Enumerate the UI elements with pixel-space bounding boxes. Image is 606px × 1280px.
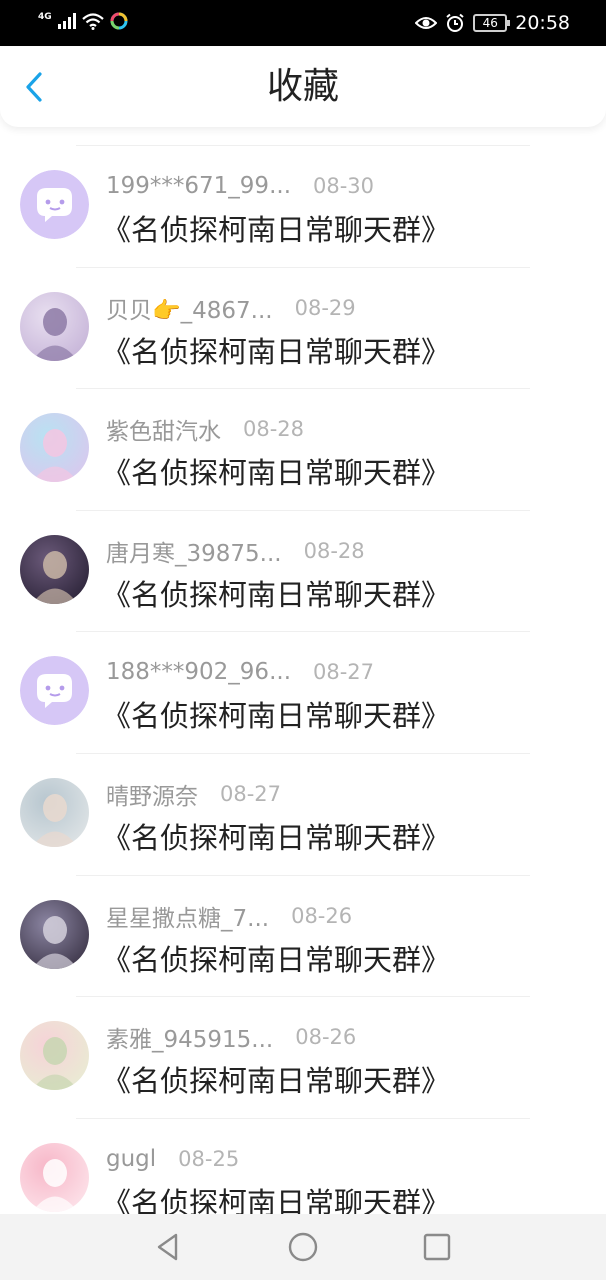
status-right: 46 20:58 <box>415 10 570 36</box>
eye-icon <box>415 17 438 29</box>
date: 08-26 <box>291 903 353 928</box>
battery-icon: 46 <box>473 14 511 32</box>
date: 08-28 <box>303 538 365 563</box>
date: 08-27 <box>220 781 282 806</box>
avatar[interactable] <box>20 656 89 726</box>
item-meta: gugl 08-25 <box>106 1144 239 1174</box>
avatar[interactable] <box>20 170 89 239</box>
system-navigation-bar <box>0 1214 606 1280</box>
group-name: 《名侦探柯南日常聊天群》 <box>102 334 451 369</box>
app-notification-icon <box>110 12 128 30</box>
item-meta: 紫色甜汽水 08-28 <box>106 414 305 446</box>
username: 188***902_96... <box>106 659 291 686</box>
favorite-item[interactable]: 188***902_96... 08-27 《名侦探柯南日常聊天群》 <box>0 631 606 753</box>
avatar[interactable] <box>20 534 89 604</box>
nav-recents-button[interactable] <box>419 1229 455 1265</box>
avatar[interactable] <box>20 777 89 847</box>
recents-square-icon <box>423 1233 451 1261</box>
avatar[interactable] <box>20 1142 89 1212</box>
header: 收藏 <box>0 47 606 127</box>
chevron-left-icon <box>26 72 42 102</box>
back-button[interactable] <box>16 69 52 105</box>
wifi-icon <box>81 12 104 30</box>
item-meta: 素雅_945915... 08-26 <box>106 1022 357 1054</box>
group-name: 《名侦探柯南日常聊天群》 <box>102 942 451 977</box>
username: 紫色甜汽水 <box>106 419 221 446</box>
username: 晴野源奈 <box>106 783 198 810</box>
date: 08-28 <box>243 417 305 442</box>
username: 星星撒点糖_7... <box>106 905 270 932</box>
avatar[interactable] <box>20 413 89 483</box>
item-meta: 星星撒点糖_7... 08-26 <box>106 901 353 932</box>
username: 素雅_945915... <box>106 1027 274 1054</box>
page-title: 收藏 <box>266 66 339 107</box>
date: 08-30 <box>313 174 375 198</box>
group-name: 《名侦探柯南日常聊天群》 <box>102 456 451 491</box>
item-meta: 贝贝👉_4867... 08-29 <box>106 293 356 324</box>
item-meta: 199***671_99... 08-30 <box>106 171 374 201</box>
avatar[interactable] <box>20 899 89 969</box>
nav-back-button[interactable] <box>150 1229 186 1265</box>
favorite-item[interactable]: 晴野源奈 08-27 《名侦探柯南日常聊天群》 <box>0 752 606 875</box>
group-name: 《名侦探柯南日常聊天群》 <box>102 820 451 855</box>
username: gugl <box>106 1145 157 1172</box>
status-bar: 4G 46 20:58 <box>0 0 606 46</box>
avatar[interactable] <box>20 1021 89 1091</box>
favorite-item[interactable]: 199***671_99... 08-30 《名侦探柯南日常聊天群》 <box>0 145 606 267</box>
home-circle-icon <box>288 1232 318 1262</box>
favorites-list: 199***671_99... 08-30 《名侦探柯南日常聊天群》 贝贝👉_4867… <box>0 145 606 1239</box>
favorite-item[interactable]: 唐月寒_39875... 08-28 《名侦探柯南日常聊天群》 <box>0 509 606 632</box>
status-left: 4G <box>38 12 128 30</box>
group-name: 《名侦探柯南日常聊天群》 <box>102 1064 451 1099</box>
group-name: 《名侦探柯南日常聊天群》 <box>102 577 451 612</box>
date: 08-26 <box>295 1025 357 1050</box>
username: 唐月寒_39875... <box>106 540 282 567</box>
date: 08-25 <box>178 1146 240 1171</box>
item-meta: 唐月寒_39875... 08-28 <box>106 536 365 567</box>
group-name: 《名侦探柯南日常聊天群》 <box>102 213 451 247</box>
nav-home-button[interactable] <box>285 1229 321 1265</box>
avatar[interactable] <box>20 291 89 361</box>
username: 贝贝👉_4867... <box>106 297 273 324</box>
favorite-item[interactable]: 紫色甜汽水 08-28 《名侦探柯南日常聊天群》 <box>0 388 606 510</box>
date: 08-29 <box>294 295 356 320</box>
alarm-icon <box>446 13 464 32</box>
item-meta: 晴野源奈 08-27 <box>106 779 282 810</box>
group-name: 《名侦探柯南日常聊天群》 <box>102 699 451 734</box>
network-type: 4G <box>38 11 52 22</box>
clock: 20:58 <box>515 12 570 34</box>
username: 199***671_99... <box>106 173 291 199</box>
item-meta: 188***902_96... 08-27 <box>106 657 374 687</box>
favorite-item[interactable]: 素雅_945915... 08-26 《名侦探柯南日常聊天群》 <box>0 996 606 1118</box>
signal-icon <box>57 13 76 29</box>
favorite-item[interactable]: 贝贝👉_4867... 08-29 《名侦探柯南日常聊天群》 <box>0 266 606 389</box>
favorite-item[interactable]: 星星撒点糖_7... 08-26 《名侦探柯南日常聊天群》 <box>0 874 606 997</box>
date: 08-27 <box>313 660 375 685</box>
back-triangle-icon <box>157 1233 178 1261</box>
